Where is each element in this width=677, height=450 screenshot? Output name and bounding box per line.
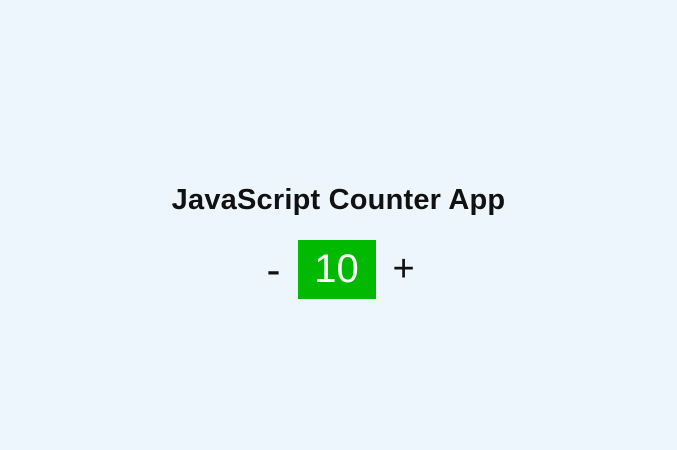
decrement-button[interactable]: -: [263, 240, 285, 299]
increment-button[interactable]: +: [393, 240, 415, 299]
counter-value: 10: [297, 240, 376, 299]
page-title: JavaScript Counter App: [171, 184, 506, 216]
counter-app: JavaScript Counter App - 10 +: [0, 0, 677, 450]
counter-controls: - 10 +: [0, 240, 677, 299]
